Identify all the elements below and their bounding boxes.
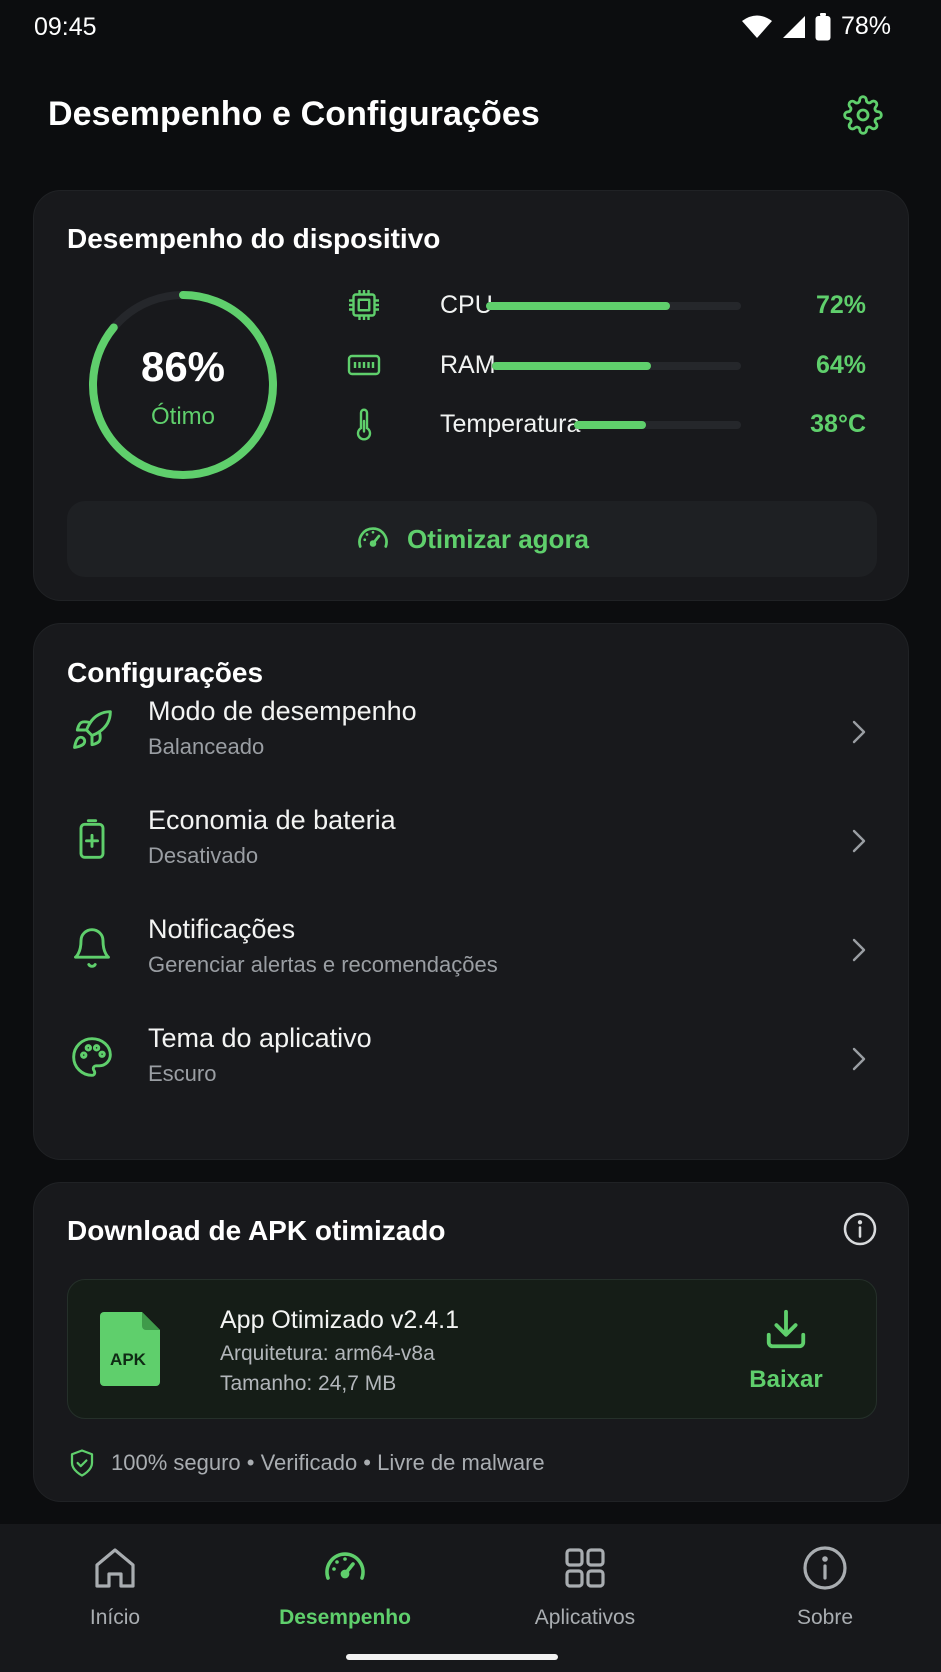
battery-icon (815, 12, 831, 41)
metric-value: 72% (815, 291, 866, 319)
metric-temperature: Temperatura 38°C (346, 402, 866, 446)
optimize-button-label: Otimizar agora (406, 523, 590, 554)
setting-subtitle: Balanceado (148, 734, 265, 759)
setting-app-theme[interactable]: Tema do aplicativo Escuro (34, 1013, 910, 1109)
setting-title: Economia de bateria (148, 805, 396, 835)
apk-title: Download de APK otimizado (67, 1215, 446, 1246)
setting-subtitle: Desativado (148, 843, 259, 868)
download-button[interactable]: Baixar (726, 1298, 846, 1402)
security-note-text: 100% seguro • Verificado • Livre de malw… (111, 1450, 545, 1475)
cpu-icon (349, 290, 379, 320)
metric-label: Temperatura (440, 410, 581, 438)
wifi-icon (741, 14, 773, 40)
performance-score: 86% (140, 343, 226, 390)
bell-icon (74, 928, 110, 968)
chevron-right-icon (852, 829, 866, 853)
signal-icon (781, 14, 807, 40)
performance-card: Desempenho do dispositivo 86% Ótimo CPU … (33, 190, 909, 601)
nav-label: Desempenho (279, 1606, 411, 1629)
shield-check-icon (70, 1449, 94, 1477)
metric-cpu: CPU 72% (346, 283, 866, 327)
apk-download-card: Download de APK otimizado APK App Otimiz… (33, 1182, 909, 1502)
bottom-nav: Início Desempenho Aplicativos Sobre (0, 1524, 941, 1672)
grid-icon (565, 1548, 605, 1588)
status-icons: 78% (741, 12, 891, 41)
chevron-right-icon (852, 938, 866, 962)
speedometer-icon (358, 527, 388, 548)
performance-score-label: Ótimo (150, 403, 215, 430)
chevron-right-icon (852, 720, 866, 744)
setting-title: Tema do aplicativo (148, 1023, 372, 1053)
setting-notifications[interactable]: Notificações Gerenciar alertas e recomen… (34, 904, 910, 1000)
metric-bar-fill (486, 302, 670, 310)
speedometer-icon (325, 1552, 365, 1580)
metric-value: 64% (815, 351, 866, 379)
nav-item-performance[interactable]: Desempenho (245, 1544, 445, 1644)
nav-item-home[interactable]: Início (15, 1544, 215, 1644)
metric-bar (486, 302, 741, 310)
settings-title: Configurações (67, 657, 264, 688)
performance-title: Desempenho do dispositivo (67, 223, 441, 254)
nav-label: Início (89, 1606, 141, 1629)
metric-bar-fill (492, 362, 652, 370)
apk-name: App Otimizado v2.4.1 (220, 1306, 460, 1334)
thermometer-icon (356, 408, 372, 441)
memory-icon (347, 354, 381, 376)
nav-item-about[interactable]: Sobre (725, 1544, 925, 1644)
page-title: Desempenho e Configurações (48, 95, 540, 133)
metric-bar (492, 362, 741, 370)
battery-plus-icon (79, 819, 105, 859)
metric-value: 38°C (810, 410, 866, 438)
apk-badge-text: APK (110, 1350, 147, 1369)
setting-title: Notificações (148, 914, 296, 944)
rocket-icon (73, 710, 112, 749)
info-icon[interactable] (842, 1211, 878, 1247)
nav-label: Sobre (796, 1606, 854, 1629)
palette-icon (72, 1037, 112, 1077)
status-bar: 09:45 78% (0, 0, 941, 56)
apk-file-icon: APK (100, 1312, 160, 1386)
nav-item-apps[interactable]: Aplicativos (485, 1544, 685, 1644)
setting-title: Modo de desempenho (148, 696, 417, 726)
status-time: 09:45 (34, 13, 97, 41)
security-note: 100% seguro • Verificado • Livre de malw… (67, 1445, 545, 1481)
settings-button[interactable] (842, 94, 884, 136)
apk-architecture: Arquitetura: arm64-v8a (220, 1342, 435, 1365)
apk-file-box: APK App Otimizado v2.4.1 Arquitetura: ar… (67, 1279, 877, 1419)
gear-icon (843, 95, 883, 135)
battery-percent: 78% (840, 12, 891, 40)
setting-performance-mode[interactable]: Modo de desempenho Balanceado (34, 686, 910, 782)
metric-label: CPU (440, 291, 493, 319)
home-icon (95, 1548, 135, 1588)
settings-card: Configurações Modo de desempenho Balance… (33, 623, 909, 1160)
apk-size: Tamanho: 24,7 MB (220, 1372, 397, 1395)
setting-battery-saver[interactable]: Economia de bateria Desativado (34, 795, 910, 891)
optimize-button[interactable]: Otimizar agora (67, 501, 877, 577)
metric-ram: RAM 64% (346, 343, 866, 387)
download-icon (766, 1309, 806, 1349)
info-icon (803, 1546, 847, 1590)
metric-bar-fill (574, 421, 646, 429)
home-indicator[interactable] (346, 1654, 558, 1660)
nav-label: Aplicativos (534, 1606, 636, 1629)
metric-bar (574, 421, 741, 429)
metric-label: RAM (440, 351, 496, 379)
setting-subtitle: Gerenciar alertas e recomendações (148, 952, 498, 977)
screen: 09:45 78% Desempenho e Configurações Des… (0, 0, 941, 1672)
setting-subtitle: Escuro (148, 1061, 217, 1086)
chevron-right-icon (852, 1047, 866, 1071)
download-button-label: Baixar (749, 1366, 823, 1393)
